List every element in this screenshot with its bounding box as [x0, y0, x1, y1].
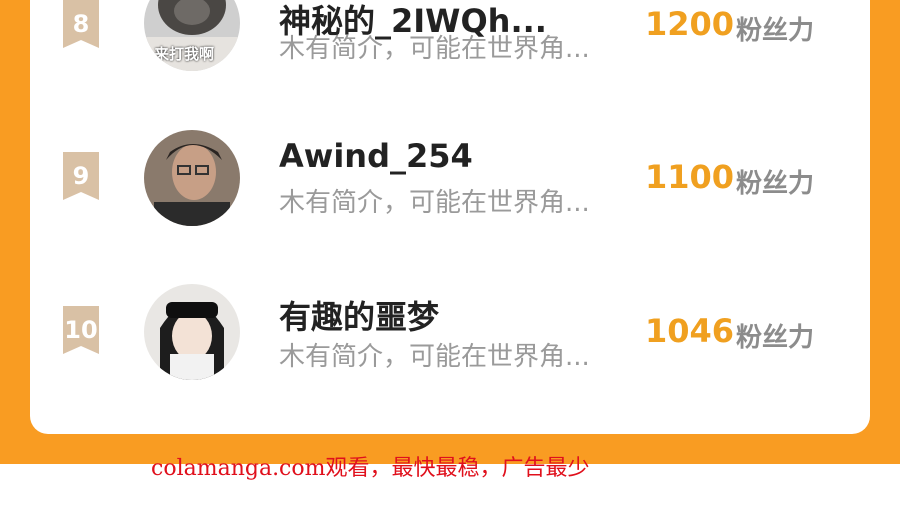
fans-label: 粉丝力 [736, 16, 815, 46]
fans-count: 1046 [645, 312, 735, 350]
avatar[interactable] [144, 130, 240, 226]
fans-count: 1200 [645, 5, 735, 43]
avatar[interactable]: 来打我啊 [144, 0, 240, 71]
fans-label: 粉丝力 [736, 323, 815, 353]
fans-label: 粉丝力 [736, 169, 815, 199]
user-bio: 木有简介，可能在世界角... [279, 342, 590, 372]
watermark-text: colamanga.com观看，最快最稳，广告最少 [151, 456, 590, 481]
user-bio: 木有简介，可能在世界角... [279, 34, 590, 64]
rank-number: 8 [72, 10, 90, 38]
user-name[interactable]: 有趣的噩梦 [279, 292, 439, 338]
ranking-row[interactable]: 8 来打我啊 神秘的_2IWQh... 木有简介，可能在世界角... 1200 … [30, 0, 870, 80]
ranking-row[interactable]: 9 Awind_254 木有简介，可能在世界角... 1100 粉丝力 [30, 120, 870, 240]
rank-badge: 10 [60, 306, 102, 358]
user-bio: 木有简介，可能在世界角... [279, 188, 590, 218]
user-avatar-image [144, 130, 240, 226]
avatar-caption: 来打我啊 [154, 45, 215, 63]
ranking-row[interactable]: 10 有趣的噩梦 木有简介，可能在世界角... 1046 粉丝力 [30, 274, 870, 394]
rank-number: 10 [64, 316, 98, 344]
rank-badge: 8 [60, 0, 102, 52]
avatar[interactable] [144, 284, 240, 380]
rank-number: 9 [72, 162, 90, 190]
ranking-card: 8 来打我啊 神秘的_2IWQh... 木有简介，可能在世界角... 1200 … [30, 0, 870, 434]
user-avatar-image [144, 284, 240, 380]
fans-count: 1100 [645, 158, 735, 196]
user-name[interactable]: Awind_254 [279, 137, 473, 175]
rank-badge: 9 [60, 152, 102, 204]
